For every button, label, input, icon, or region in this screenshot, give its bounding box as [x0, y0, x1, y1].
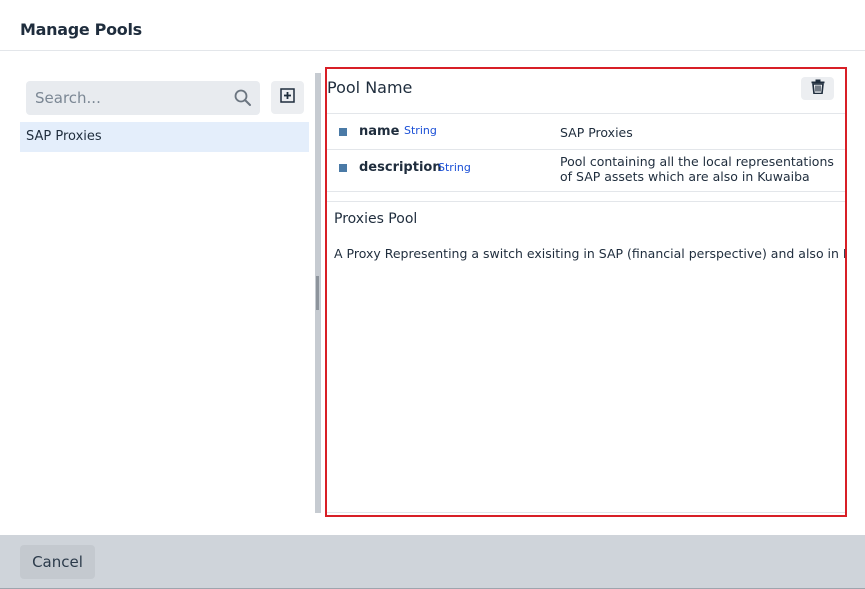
dialog-header: Manage Pools: [0, 0, 865, 51]
pool-name-label: Pool Name: [327, 78, 413, 97]
cancel-button[interactable]: Cancel: [20, 545, 95, 579]
property-row-name[interactable]: name String SAP Proxies: [327, 114, 845, 150]
pool-description: A Proxy Representing a switch exisiting …: [334, 246, 847, 261]
property-name: description: [359, 160, 442, 175]
square-bullet-icon: [339, 128, 347, 136]
pool-title: Proxies Pool: [334, 211, 418, 227]
property-type: String: [438, 161, 471, 174]
property-value[interactable]: Pool containing all the local representa…: [560, 154, 845, 184]
pool-details-panel: Pool Name name String SAP Proxies descri: [325, 67, 847, 517]
section-divider: [327, 192, 845, 202]
pool-name-header: Pool Name: [327, 69, 845, 114]
search-icon[interactable]: [233, 88, 253, 108]
search-box[interactable]: [26, 81, 260, 115]
dialog-title: Manage Pools: [20, 20, 142, 39]
property-value-line: of SAP assets which are also in Kuwaiba: [560, 169, 810, 184]
property-row-description[interactable]: description String Pool containing all t…: [327, 150, 845, 192]
property-value-line: Pool containing all the local representa…: [560, 154, 834, 169]
add-pool-button[interactable]: [271, 81, 304, 114]
trash-icon: [811, 79, 825, 98]
property-name: name: [359, 124, 400, 139]
property-value[interactable]: SAP Proxies: [560, 125, 845, 140]
delete-pool-button[interactable]: [801, 77, 834, 100]
square-bullet-icon: [339, 164, 347, 172]
dialog-footer: Cancel: [0, 535, 865, 589]
plus-square-icon: [280, 88, 295, 107]
property-type: String: [404, 124, 437, 137]
panel-divider: [327, 512, 845, 513]
pool-list-item[interactable]: SAP Proxies: [20, 122, 309, 152]
search-input[interactable]: [26, 81, 226, 115]
property-value-line: SAP Proxies: [560, 125, 633, 140]
splitter-handle[interactable]: [316, 276, 319, 310]
